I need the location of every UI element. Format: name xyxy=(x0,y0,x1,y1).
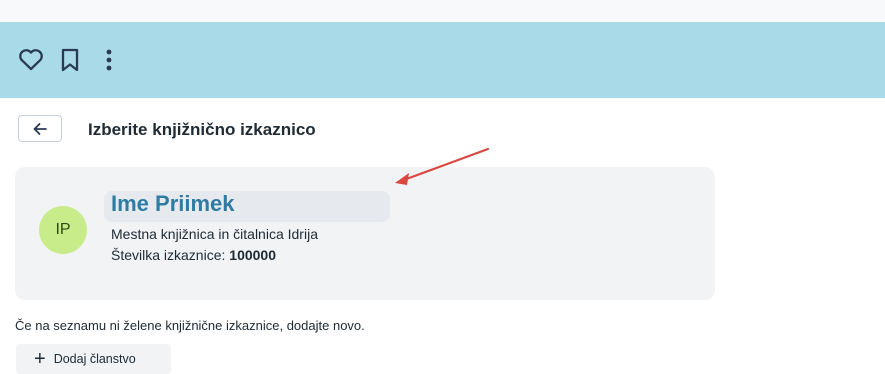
heart-icon[interactable] xyxy=(16,45,46,75)
library-card-item[interactable]: IP Ime Priimek Mestna knjižnica in čital… xyxy=(15,167,715,300)
card-number-label: Številka izkaznice: xyxy=(111,247,226,263)
card-number: Številka izkaznice: 100000 xyxy=(111,247,276,263)
hint-text: Če na seznamu ni želene knjižnične izkaz… xyxy=(15,318,365,333)
member-name: Ime Priimek xyxy=(111,191,235,216)
more-vertical-icon[interactable] xyxy=(94,45,124,75)
add-membership-button[interactable]: + Dodaj članstvo xyxy=(16,344,171,374)
top-strip xyxy=(0,0,885,22)
back-button[interactable] xyxy=(18,115,62,142)
add-membership-label: Dodaj članstvo xyxy=(53,352,136,366)
plus-icon: + xyxy=(34,348,46,370)
library-name: Mestna knjižnica in čitalnica Idrija xyxy=(111,226,318,242)
page-title: Izberite knjižnično izkaznico xyxy=(88,120,316,139)
avatar: IP xyxy=(39,206,87,254)
arrow-left-icon xyxy=(33,122,47,135)
bookmark-icon[interactable] xyxy=(55,45,85,75)
toolbar xyxy=(0,22,885,98)
header-row: Izberite knjižnično izkaznico xyxy=(18,115,618,145)
annotation-arrow-icon xyxy=(395,147,490,185)
card-number-value: 100000 xyxy=(229,247,276,263)
